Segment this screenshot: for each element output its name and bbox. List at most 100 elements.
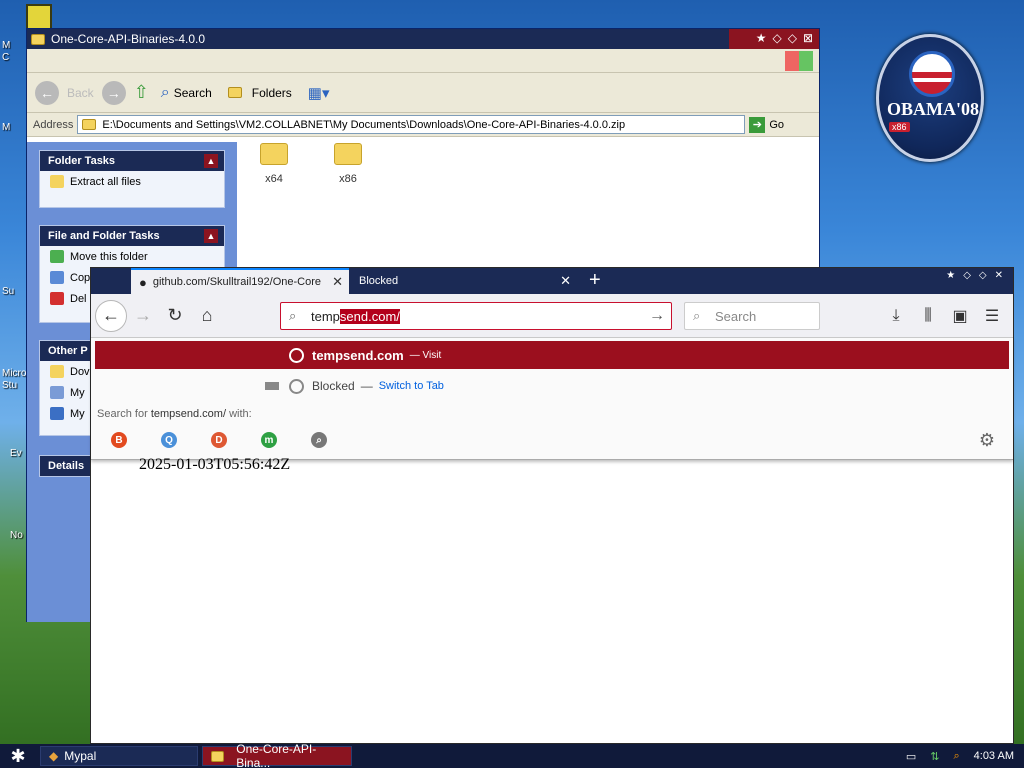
copy-icon <box>50 271 64 284</box>
desktop-icon-label[interactable]: Micro <box>2 368 26 379</box>
back-button[interactable]: ← <box>95 299 127 332</box>
pin-icon[interactable]: ★ <box>756 31 767 45</box>
folder-icon <box>31 33 45 45</box>
tab-label: Blocked <box>359 275 399 287</box>
home-button[interactable]: ⌂ <box>191 300 223 332</box>
suggestion-dash: — <box>360 379 373 393</box>
other-places-title: Other P <box>48 345 88 357</box>
go-arrow-icon[interactable]: → <box>649 307 665 325</box>
desktop-icon-label[interactable]: C <box>2 52 9 63</box>
tab-blocked[interactable]: Blocked ✕ <box>351 268 577 294</box>
forward-button[interactable]: → <box>127 300 159 332</box>
folders-icon <box>227 87 242 98</box>
folder-item[interactable]: x86 <box>331 143 365 185</box>
qwant-icon[interactable]: Q <box>161 432 177 448</box>
delete-folder-label: Del <box>70 292 87 305</box>
obama-badge-text: OBAMA'08 <box>887 99 979 119</box>
desktop-icon-label[interactable]: M <box>2 122 10 133</box>
search-label: Search <box>173 85 212 100</box>
mypal-icon: ◆ <box>49 749 59 763</box>
back-button[interactable]: ← <box>35 80 59 105</box>
duckduckgo-icon[interactable]: D <box>211 432 227 448</box>
minimize-button[interactable]: ◇ <box>772 31 781 45</box>
suggestion-visit-row[interactable]: tempsend.com — Visit <box>95 341 1009 369</box>
computer-icon <box>50 407 64 420</box>
folders-label: Folders <box>251 85 292 100</box>
close-button[interactable]: ⊠ <box>803 31 813 45</box>
explorer-title: One-Core-API-Binaries-4.0.0 <box>51 32 206 46</box>
search-bar[interactable]: ⌕ Search <box>684 302 820 330</box>
folder-tasks-header[interactable]: Folder Tasks ▲ <box>40 151 224 171</box>
address-input[interactable]: E:\Documents and Settings\VM2.COLLABNET\… <box>77 115 746 134</box>
menu-icon[interactable]: ☰ <box>981 302 1003 330</box>
close-button[interactable]: ✕ <box>995 270 1003 281</box>
zip-folder-icon <box>82 119 97 130</box>
extract-all-files-link[interactable]: Extract all files <box>40 171 224 192</box>
desktop-icon-label[interactable]: Stu <box>2 380 17 391</box>
new-tab-button[interactable]: + <box>589 268 601 292</box>
explorer-titlebar[interactable]: One-Core-API-Binaries-4.0.0 ★ ◇ ◇ ⊠ <box>27 29 819 49</box>
search-engine-list: B Q Dm ⌕ <box>111 432 327 448</box>
reload-button[interactable]: ↻ <box>159 300 191 332</box>
gear-icon[interactable]: ⚙ <box>979 430 995 451</box>
move-folder-label: Move this folder <box>70 250 148 263</box>
tab-github[interactable]: ● github.com/Skulltrail192/One-Core ✕ <box>131 268 349 294</box>
network-icon[interactable]: ⇅ <box>930 750 939 763</box>
navigation-bar: ← → ↻ ⌂ ⌕ temp send.com/ → ⌕ Search ⤓ ⫼ ▣… <box>91 294 1013 338</box>
tab-icon <box>265 382 279 390</box>
close-tab-icon[interactable]: ✕ <box>560 273 571 289</box>
visit-label: — Visit <box>409 349 442 361</box>
taskbar-item-label: Mypal <box>64 749 97 763</box>
globe-icon <box>289 378 304 394</box>
sidebar-icon[interactable]: ▣ <box>949 302 971 330</box>
collapse-icon[interactable]: ▲ <box>204 229 218 243</box>
desktop-icon-label[interactable]: Ev <box>10 448 22 459</box>
mojeek-icon[interactable]: m <box>261 432 277 448</box>
downloads-icon[interactable]: ⤓ <box>885 302 907 330</box>
taskbar: ✱ ◆ Mypal One-Core-API-Bina... ▭ ⇅ ⌕ 4:0… <box>0 742 1024 768</box>
obama-badge-tag: x86 <box>889 122 910 132</box>
generic-search-icon[interactable]: ⌕ <box>311 432 327 448</box>
obama-logo-icon <box>909 51 955 97</box>
maximize-button[interactable]: ◇ <box>788 31 797 45</box>
other-place-label: My <box>70 407 85 420</box>
address-label: Address <box>33 118 74 131</box>
taskbar-item-explorer[interactable]: One-Core-API-Bina... <box>202 742 352 768</box>
folders-button[interactable]: Folders <box>224 86 296 100</box>
up-folder-button[interactable]: ⇧ <box>134 82 149 103</box>
go-button[interactable]: ➔ Go <box>749 116 784 133</box>
file-folder-tasks-title: File and Folder Tasks <box>48 230 160 242</box>
taskbar-item-label: One-Core-API-Bina... <box>236 742 317 768</box>
keyboard-icon[interactable]: ▭ <box>906 750 916 763</box>
search-icon: ⌕ <box>289 308 297 323</box>
desktop-icon-label[interactable]: M <box>2 40 10 51</box>
suggestion-url: tempsend.com <box>312 347 404 363</box>
clock[interactable]: 4:03 AM <box>974 750 1014 762</box>
copy-folder-label: Cop <box>70 271 91 284</box>
minimize-button[interactable]: ◇ <box>963 270 971 281</box>
collapse-icon[interactable]: ▲ <box>204 154 218 168</box>
file-folder-tasks-header[interactable]: File and Folder Tasks ▲ <box>40 226 224 246</box>
explorer-toolbar: ← Back → ⇧ ⌕ Search Folders ▦▾ <box>27 73 819 113</box>
brave-icon[interactable]: B <box>111 432 127 448</box>
forward-button[interactable]: → <box>101 80 126 105</box>
search-button[interactable]: ⌕ Search <box>157 84 216 102</box>
address-bar: Address E:\Documents and Settings\VM2.CO… <box>27 113 819 137</box>
suggestion-title: Blocked <box>312 379 355 393</box>
start-button[interactable]: ✱ <box>0 744 36 768</box>
folder-item[interactable]: x64 <box>257 143 291 185</box>
url-bar[interactable]: ⌕ temp send.com/ → <box>280 302 672 330</box>
maximize-button[interactable]: ◇ <box>979 270 987 281</box>
desktop-icon-label[interactable]: No <box>10 530 23 541</box>
taskbar-item-mypal[interactable]: ◆ Mypal <box>40 746 198 766</box>
pin-icon[interactable]: ★ <box>946 270 955 281</box>
close-tab-icon[interactable]: ✕ <box>332 274 343 290</box>
move-folder-link[interactable]: Move this folder <box>40 246 224 267</box>
library-icon[interactable]: ⫼ <box>917 302 939 330</box>
other-place-label: Dov <box>70 365 90 378</box>
suggestion-tab-row[interactable]: Blocked — Switch to Tab <box>91 374 1005 398</box>
desktop-shortcut-icon[interactable] <box>26 4 52 30</box>
views-button[interactable]: ▦▾ <box>304 84 334 102</box>
search-icon[interactable]: ⌕ <box>953 750 959 763</box>
desktop-icon-label[interactable]: Su <box>2 286 14 297</box>
